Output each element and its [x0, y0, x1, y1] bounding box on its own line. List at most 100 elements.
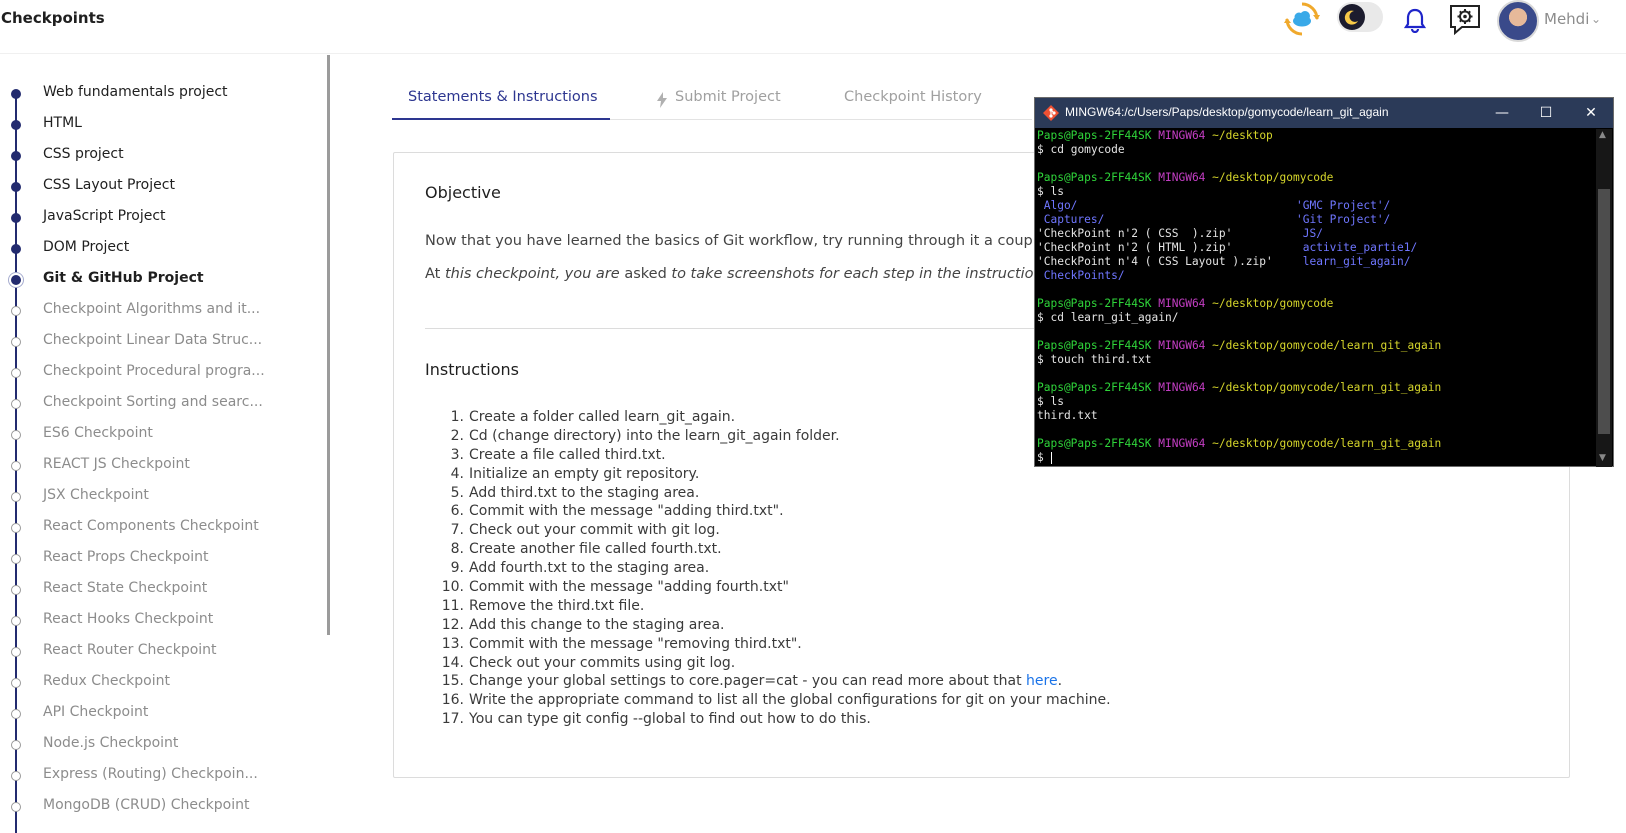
scroll-down-arrow[interactable]: ▼	[1599, 453, 1609, 463]
pending-dot-icon	[11, 647, 21, 657]
completed-dot-icon	[11, 275, 21, 285]
sidebar-item[interactable]: Checkpoint Linear Data Struc...	[0, 330, 300, 356]
step-number: 16.	[441, 692, 464, 709]
instruction-step: 16. Write the appropriate command to list…	[438, 692, 1111, 711]
sidebar-item[interactable]: Git & GitHub Project	[0, 268, 300, 294]
step-text: Create a file called third.txt.	[469, 446, 666, 463]
instruction-step: 1. Create a folder called learn_git_again…	[438, 409, 1111, 428]
step-number: 10.	[441, 579, 464, 596]
instructions-heading: Instructions	[425, 360, 519, 379]
instruction-step: 3. Create a file called third.txt.	[438, 447, 1111, 466]
sidebar-item[interactable]: CSS Layout Project	[0, 175, 300, 201]
sidebar-item-label: Checkpoint Linear Data Struc...	[43, 332, 263, 348]
tab-checkpoint-history[interactable]: Checkpoint History	[844, 89, 982, 105]
sidebar-item-label: Checkpoint Procedural progra...	[43, 363, 265, 379]
avatar[interactable]	[1497, 0, 1539, 42]
pending-dot-icon	[11, 523, 21, 533]
here-link[interactable]: here	[1026, 673, 1058, 692]
sidebar-item-label: JSX Checkpoint	[43, 487, 149, 503]
minimize-button[interactable]: —	[1479, 98, 1525, 128]
sidebar-item[interactable]: Checkpoint Algorithms and it...	[0, 299, 300, 325]
sidebar-item-label: HTML	[43, 115, 82, 131]
tab-submit-project[interactable]: Submit Project	[675, 89, 781, 105]
sidebar-item[interactable]: React State Checkpoint	[0, 578, 300, 604]
step-text: Change your global settings to core.page…	[469, 673, 1027, 690]
sidebar-item-label: React Hooks Checkpoint	[43, 611, 214, 627]
top-header: Checkpoints Mehdi ⌄	[0, 0, 1626, 54]
sidebar-item[interactable]: React Props Checkpoint	[0, 547, 300, 573]
step-number: 7.	[450, 522, 464, 539]
sidebar-item[interactable]: Redux Checkpoint	[0, 671, 300, 697]
sidebar-item[interactable]: Checkpoint Sorting and searc...	[0, 392, 300, 418]
ls-row: CheckPoints/	[1037, 269, 1592, 283]
completed-dot-icon	[11, 120, 21, 130]
settings-chat-icon[interactable]	[1448, 3, 1482, 35]
ls-row: Captures/ 'Git Project'/	[1037, 213, 1592, 227]
terminal-scroll-thumb[interactable]	[1598, 189, 1610, 434]
scroll-up-arrow[interactable]: ▲	[1599, 130, 1609, 140]
ls-entry: activite_partie1/	[1296, 241, 1418, 254]
sidebar-item-label: REACT JS Checkpoint	[43, 456, 190, 472]
terminal-window[interactable]: MINGW64:/c/Users/Paps/desktop/gomycode/l…	[1034, 97, 1614, 467]
sidebar-scrollbar[interactable]	[327, 55, 330, 635]
instruction-step: 4. Initialize an empty git repository.	[438, 466, 1111, 485]
pending-dot-icon	[11, 492, 21, 502]
close-button[interactable]: ✕	[1568, 98, 1614, 128]
sidebar-item[interactable]: Checkpoint Procedural progra...	[0, 361, 300, 387]
sidebar-item[interactable]: React Hooks Checkpoint	[0, 609, 300, 635]
terminal-scrollbar[interactable]: ▲ ▼	[1596, 129, 1612, 467]
step-text: You can type git config --global to find…	[469, 711, 871, 728]
sync-cloud-icon[interactable]	[1283, 0, 1321, 38]
chevron-down-icon[interactable]: ⌄	[1591, 12, 1601, 26]
sidebar-item[interactable]: CSS project	[0, 144, 300, 170]
sidebar-item[interactable]: React Components Checkpoint	[0, 516, 300, 542]
completed-dot-icon	[11, 89, 21, 99]
sidebar-item-label: MongoDB (CRUD) Checkpoint	[43, 797, 250, 813]
sidebar-item[interactable]: JavaScript Project	[0, 206, 300, 232]
sidebar-item[interactable]: HTML	[0, 113, 300, 139]
page-title: Checkpoints	[1, 9, 105, 27]
bolt-icon	[657, 92, 667, 108]
sidebar-item[interactable]: MongoDB (CRUD) Checkpoint	[0, 795, 300, 821]
terminal-title: MINGW64:/c/Users/Paps/desktop/gomycode/l…	[1065, 105, 1389, 119]
bell-icon[interactable]	[1404, 7, 1426, 33]
terminal-output[interactable]: Paps@Paps-2FF44SK MINGW64 ~/desktop $ cd…	[1037, 129, 1592, 467]
sidebar-item-label: API Checkpoint	[43, 704, 149, 720]
sidebar-item[interactable]: ES6 Checkpoint	[0, 423, 300, 449]
sidebar-item[interactable]: JSX Checkpoint	[0, 485, 300, 511]
dark-mode-toggle[interactable]	[1337, 2, 1383, 32]
sidebar-item-label: Checkpoint Sorting and searc...	[43, 394, 263, 410]
sidebar-item-label: CSS project	[43, 146, 124, 162]
ls-entry: 'CheckPoint n'2 ( CSS ).zip'	[1037, 227, 1233, 240]
sidebar-item[interactable]: Web fundamentals project	[0, 82, 300, 108]
active-tab-indicator	[392, 118, 610, 120]
pending-dot-icon	[11, 399, 21, 409]
terminal-titlebar[interactable]: MINGW64:/c/Users/Paps/desktop/gomycode/l…	[1035, 98, 1613, 128]
user-name[interactable]: Mehdi	[1544, 10, 1589, 28]
sidebar-item[interactable]: API Checkpoint	[0, 702, 300, 728]
step-number: 4.	[450, 465, 464, 482]
tab-statements[interactable]: Statements & Instructions	[408, 89, 598, 105]
instruction-step: 13. Commit with the message "removing thi…	[438, 636, 1111, 655]
instruction-step: 7. Check out your commit with git log.	[438, 522, 1111, 541]
maximize-button[interactable]: ☐	[1523, 98, 1569, 128]
step-number: 15.	[441, 673, 464, 690]
sidebar-item-label: ES6 Checkpoint	[43, 425, 153, 441]
sidebar-item-label: Web fundamentals project	[43, 84, 228, 100]
ls-entry: 'Git Project'/	[1296, 213, 1391, 226]
step-number: 3.	[450, 446, 464, 463]
instructions-list: 1. Create a folder called learn_git_again…	[438, 409, 1111, 730]
sidebar-item-label: DOM Project	[43, 239, 130, 255]
ls-listing: Algo/ 'GMC Project'/ Captures/ 'Git Projec…	[1037, 199, 1592, 283]
sidebar-item[interactable]: Express (Routing) Checkpoin...	[0, 764, 300, 790]
ls-entry: CheckPoints/	[1037, 269, 1125, 282]
ls-entry: 'GMC Project'/	[1296, 199, 1391, 212]
step-text: Write the appropriate command to list al…	[469, 692, 1111, 709]
sidebar-item[interactable]: REACT JS Checkpoint	[0, 454, 300, 480]
sidebar-item[interactable]: DOM Project	[0, 237, 300, 263]
sidebar-item[interactable]: Node.js Checkpoint	[0, 733, 300, 759]
step-text: Remove the third.txt file.	[469, 597, 645, 614]
step-text: Commit with the message "adding fourth.t…	[469, 579, 789, 596]
step-text: Cd (change directory) into the learn_git…	[469, 427, 840, 444]
sidebar-item[interactable]: React Router Checkpoint	[0, 640, 300, 666]
